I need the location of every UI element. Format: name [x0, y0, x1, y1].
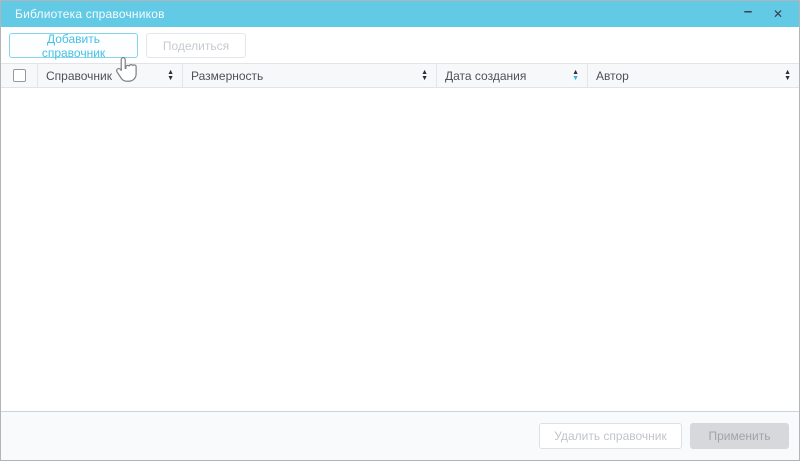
column-header-author[interactable]: Автор ▲ ▼	[587, 64, 799, 87]
apply-button: Применить	[690, 423, 789, 449]
table-body-empty[interactable]	[1, 88, 799, 412]
footer-bar: Удалить справочник Применить	[1, 412, 799, 460]
title-bar[interactable]: Библиотека справочников – ✕	[1, 1, 799, 27]
close-icon[interactable]: ✕	[763, 1, 793, 27]
select-all-cell	[1, 64, 37, 87]
column-label: Справочник	[46, 69, 112, 83]
minimize-icon[interactable]: –	[733, 1, 763, 27]
select-all-checkbox[interactable]	[13, 69, 26, 82]
column-label: Дата создания	[445, 69, 526, 83]
window-controls: – ✕	[733, 1, 799, 27]
sort-arrows-icon[interactable]: ▲ ▼	[778, 70, 791, 82]
sort-arrows-icon[interactable]: ▲ ▼	[415, 70, 428, 82]
window-title: Библиотека справочников	[15, 7, 165, 21]
dialog-library-of-dictionaries: Библиотека справочников – ✕ Добавить спр…	[0, 0, 800, 461]
column-label: Автор	[596, 69, 629, 83]
column-header-dictionary[interactable]: Справочник ▲ ▼	[37, 64, 182, 87]
share-button: Поделиться	[146, 33, 246, 58]
sort-arrows-icon[interactable]: ▲ ▼	[161, 70, 174, 82]
delete-dictionary-button: Удалить справочник	[539, 423, 682, 449]
table-header: Справочник ▲ ▼ Размерность ▲ ▼ Дата созд…	[1, 63, 799, 88]
column-header-creation-date[interactable]: Дата создания ▲ ▼	[436, 64, 587, 87]
add-dictionary-button[interactable]: Добавить справочник	[9, 33, 138, 58]
column-header-dimension[interactable]: Размерность ▲ ▼	[182, 64, 436, 87]
toolbar: Добавить справочник Поделиться	[1, 27, 799, 63]
sort-arrows-icon[interactable]: ▲ ▼	[566, 70, 579, 82]
column-label: Размерность	[191, 69, 263, 83]
